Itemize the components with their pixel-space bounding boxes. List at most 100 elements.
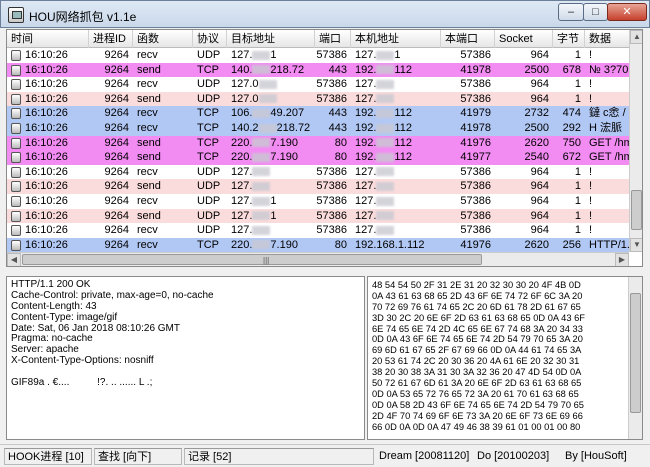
cell-dport: 57386: [316, 224, 347, 237]
cell-func: recv: [137, 194, 158, 207]
cell-proto: UDP: [197, 78, 221, 91]
redacted-mask: [376, 225, 395, 235]
packet-row[interactable]: 16:10:26 9264 send TCP 140. 218.72 443 192. 112 4…: [7, 62, 629, 78]
redacted-mask: [376, 123, 395, 133]
cell-proto: TCP: [197, 121, 219, 134]
redacted-mask: [258, 79, 277, 89]
cell-dst: 127.0: [227, 92, 315, 107]
cell-bytes: 1: [574, 78, 581, 91]
packet-row[interactable]: 16:10:26 9264 recv TCP 140.2 218.72 443 192. 112…: [7, 120, 629, 136]
cell-pid: 9264: [104, 194, 129, 207]
packet-row[interactable]: 16:10:26 9264 recv UDP 127. 1 57386 127. 1 57386 9…: [7, 48, 629, 63]
redacted-mask: [252, 152, 271, 162]
packet-row[interactable]: 16:10:26 9264 send UDP 127.0 57386 127. 57386 96…: [7, 91, 629, 107]
cell-sport: 57386: [460, 165, 491, 178]
cell-time: 16:10:26: [25, 238, 68, 251]
cell-src: 192. 112: [355, 121, 412, 134]
packet-row[interactable]: 16:10:26 9264 send UDP 127. 57386 127. 57386 964…: [7, 179, 629, 194]
cell-data: !: [589, 209, 593, 222]
column-header-time[interactable]: 时间: [7, 30, 89, 48]
cell-dport: 57386: [316, 49, 347, 61]
packet-list[interactable]: 时间 进程ID 函数 协议 目标地址 端口 本机地址 本端口 Socket 字节 数据 16:10:…: [6, 29, 643, 267]
cell-data: HTTP/1.1: [589, 238, 633, 251]
status-find[interactable]: 查找 [向下]: [94, 448, 182, 465]
cell-src: 127.: [351, 223, 441, 238]
column-header-src[interactable]: 本机地址: [351, 30, 441, 48]
cell-func: send: [137, 136, 161, 149]
cell-src: 127.: [351, 209, 441, 224]
packet-list-vscrollbar[interactable]: ▲ ▼: [629, 30, 642, 252]
cell-src: 127.: [351, 92, 441, 107]
packet-row[interactable]: 16:10:26 9264 recv TCP 220. 7.190 80 192.168.1.…: [7, 237, 633, 253]
cell-time: 16:10:26: [25, 180, 68, 193]
column-header-data[interactable]: 数据: [585, 30, 633, 48]
packet-row[interactable]: 16:10:26 9264 recv UDP 127. 57386 127. 57386 964…: [7, 223, 629, 238]
packet-icon: [11, 152, 21, 164]
cell-time: 16:10:26: [25, 78, 68, 91]
redacted-mask: [252, 225, 271, 235]
cell-data: !: [589, 194, 593, 207]
minimize-button[interactable]: –: [558, 3, 584, 21]
column-header-dst[interactable]: 目标地址: [227, 30, 315, 48]
cell-dst: 127. 1: [231, 194, 277, 207]
column-header-sport[interactable]: 本端口: [441, 30, 495, 48]
packet-row[interactable]: 16:10:26 9264 send UDP 127. 1 57386 127. 57386 96…: [7, 208, 629, 224]
column-header-sock[interactable]: Socket: [495, 30, 553, 48]
packet-row[interactable]: 16:10:26 9264 recv TCP 106. 49.207 443 192. 112 4…: [7, 106, 629, 121]
column-header-func[interactable]: 函数: [133, 30, 193, 48]
cell-sport: 41976: [460, 238, 491, 251]
cell-src: 192. 112: [355, 107, 412, 120]
close-button[interactable]: ✕: [607, 3, 647, 21]
maximize-button[interactable]: □: [583, 3, 608, 21]
column-header-pid[interactable]: 进程ID: [89, 30, 133, 48]
column-header-dport[interactable]: 端口: [315, 30, 351, 48]
cell-dst: 140.2 218.72: [231, 121, 311, 134]
cell-bytes: 474: [562, 107, 581, 120]
cell-proto: UDP: [197, 224, 221, 237]
cell-pid: 9264: [104, 136, 129, 149]
redacted-mask: [252, 181, 271, 191]
vscroll-thumb[interactable]: [631, 190, 642, 230]
column-header-bytes[interactable]: 字节: [553, 30, 585, 48]
packet-row[interactable]: 16:10:26 9264 recv UDP 127. 57386 127. 57386 964…: [7, 164, 629, 180]
scroll-up-arrow-icon[interactable]: ▲: [630, 30, 642, 44]
scroll-left-arrow-icon[interactable]: ◀: [7, 253, 21, 266]
cell-sport: 57386: [460, 194, 491, 207]
packet-row[interactable]: 16:10:26 9264 recv UDP 127. 1 57386 127. 57386 96…: [7, 193, 629, 209]
hex-line: 0A 43 61 63 68 65 2D 43 6F 6E 74 72 6F 6…: [372, 290, 583, 301]
column-header-proto[interactable]: 协议: [193, 30, 227, 48]
packet-row[interactable]: 16:10:26 9264 recv UDP 127.0 57386 127. 57386 96…: [7, 77, 629, 92]
cell-src: 127.: [351, 165, 441, 180]
cell-bytes: 1: [574, 194, 581, 207]
hex-dump: 48 54 54 50 2F 31 2E 31 20 32 30 30 20 4…: [372, 280, 638, 432]
window-title: HOU网络抓包 v1.1e: [29, 10, 137, 24]
redacted-mask: [252, 167, 271, 177]
cell-sport: 57386: [460, 224, 491, 237]
cell-func: send: [137, 180, 161, 193]
hscroll-thumb[interactable]: |||: [22, 254, 482, 265]
cell-func: send: [137, 63, 161, 76]
packet-hex-pane[interactable]: 48 54 54 50 2F 31 2E 31 20 32 30 30 20 4…: [367, 276, 643, 440]
cell-proto: UDP: [197, 180, 221, 193]
packet-text-pane[interactable]: HTTP/1.1 200 OK Cache-Control: private, m…: [6, 276, 365, 440]
redacted-mask: [376, 94, 395, 104]
hex-scroll-thumb[interactable]: [630, 293, 641, 413]
cell-sock: 2500: [524, 63, 549, 76]
scroll-right-arrow-icon[interactable]: ▶: [615, 253, 629, 266]
status-hook[interactable]: HOOK进程 [10]: [4, 448, 92, 465]
packet-row[interactable]: 16:10:26 9264 send TCP 220. 7.190 80 192. 112 419…: [7, 135, 633, 151]
packet-list-hscrollbar[interactable]: ◀ ||| ▶: [7, 252, 629, 266]
hex-line: 3D 30 2C 20 6E 6F 2D 63 61 63 68 65 0D 0…: [372, 312, 585, 323]
redacted-mask: [376, 167, 395, 177]
cell-bytes: 1: [574, 92, 581, 105]
cell-bytes: 1: [574, 49, 581, 61]
cell-func: recv: [137, 49, 158, 61]
cell-time: 16:10:26: [25, 194, 68, 207]
scroll-down-arrow-icon[interactable]: ▼: [630, 238, 642, 252]
hex-pane-vscrollbar[interactable]: [628, 277, 642, 439]
packet-row[interactable]: 16:10:26 9264 send TCP 220. 7.190 80 192. 112 419…: [7, 150, 633, 165]
redacted-mask: [376, 211, 395, 221]
cell-pid: 9264: [104, 92, 129, 105]
cell-proto: UDP: [197, 49, 221, 61]
packet-icon: [11, 64, 21, 76]
